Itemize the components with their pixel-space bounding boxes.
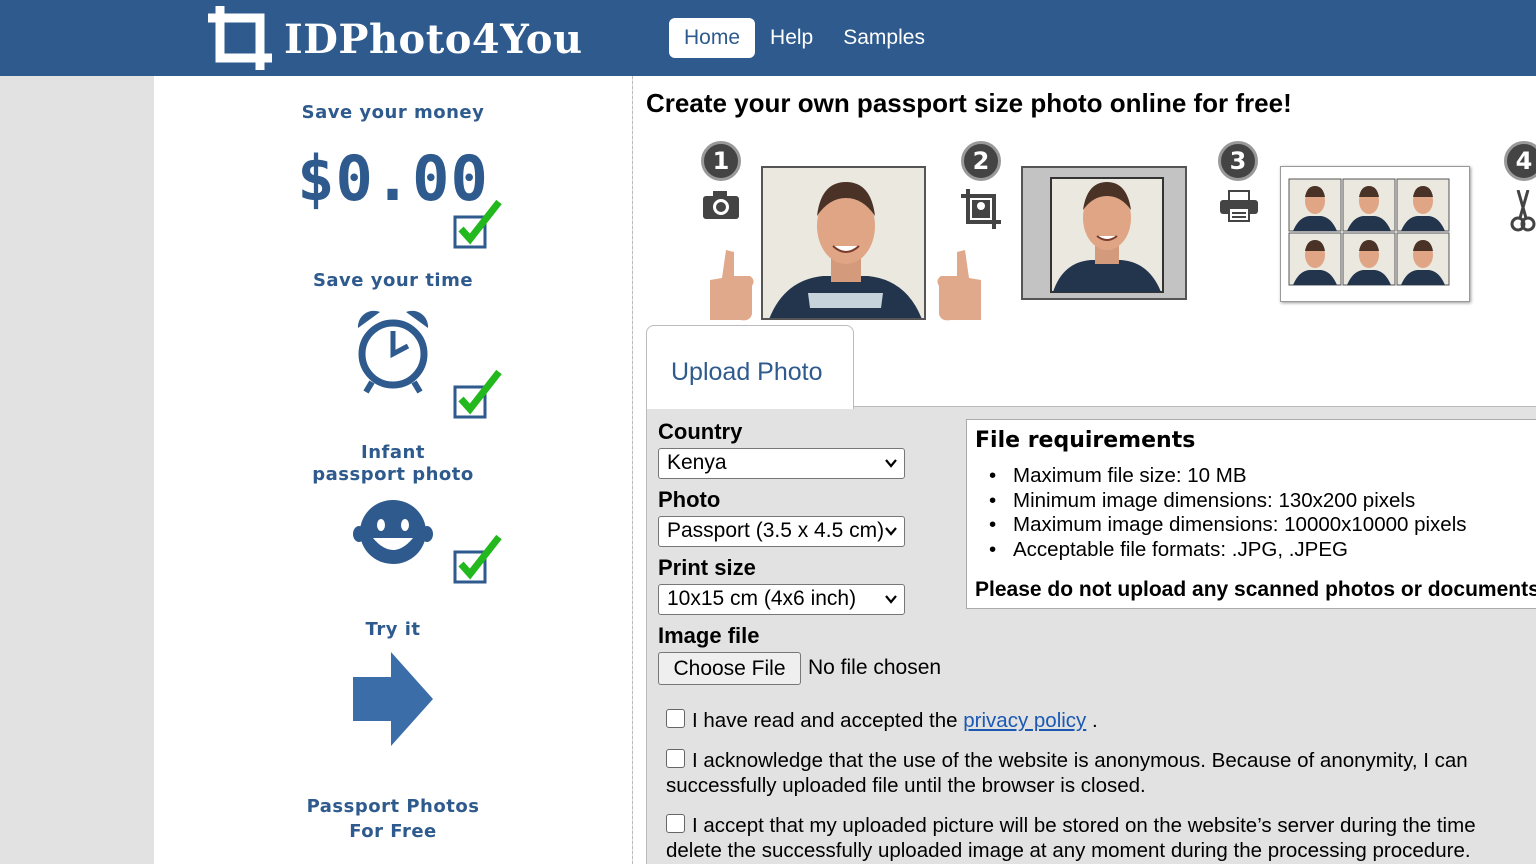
thumbs-up-icon xyxy=(706,250,756,327)
step-1-badge: 1 xyxy=(701,141,741,181)
nav-help[interactable]: Help xyxy=(755,18,828,58)
print-size-select-value: 10x15 cm (4x6 inch) xyxy=(667,587,857,610)
privacy-policy-checkbox[interactable] xyxy=(666,709,685,728)
camera-icon xyxy=(702,190,740,225)
nav-home[interactable]: Home xyxy=(669,18,756,58)
file-requirements-title: File requirements xyxy=(975,428,1196,453)
choose-file-button[interactable]: Choose File xyxy=(658,652,801,685)
photo-label: Photo xyxy=(658,487,721,512)
image-file-label: Image file xyxy=(658,623,760,648)
checkmark-icon xyxy=(452,368,504,420)
storage-consent-line1: I accept that my uploaded picture will b… xyxy=(692,814,1476,837)
sidebar: Save your money $0.00 Save your time Inf… xyxy=(154,76,632,864)
save-time-heading: Save your time xyxy=(312,270,474,291)
privacy-consent-post: . xyxy=(1086,709,1098,732)
anonymous-ack-line2: successfully uploaded file until the bro… xyxy=(666,774,1146,797)
photo-type-select-value: Passport (3.5 x 4.5 cm) xyxy=(667,519,885,542)
checkmark-icon xyxy=(452,533,504,585)
privacy-consent-text: I have read and accepted the privacy pol… xyxy=(692,709,1098,733)
crop-logo-icon xyxy=(206,4,276,74)
requirement-text: Acceptable file formats: .JPG, .JPEG xyxy=(1013,538,1348,561)
step-2-badge: 2 xyxy=(961,141,1001,181)
mini-portrait xyxy=(1396,232,1450,286)
nav-samples[interactable]: Samples xyxy=(828,18,940,58)
country-select[interactable]: Kenya xyxy=(658,448,905,479)
anonymous-ack-line1: I acknowledge that the use of the websit… xyxy=(692,749,1468,772)
checkmark-icon xyxy=(452,198,504,250)
save-money-heading: Save your money xyxy=(301,102,485,123)
storage-consent-checkbox[interactable] xyxy=(666,814,685,833)
chevron-down-icon xyxy=(885,459,897,468)
mini-portrait xyxy=(1288,178,1342,232)
sample-photo-1 xyxy=(761,166,926,320)
footer-heading-1: Passport Photos xyxy=(306,796,480,817)
sample-print-sheet xyxy=(1280,166,1470,302)
chevron-down-icon xyxy=(884,524,898,538)
mini-portrait xyxy=(1396,178,1450,232)
tab-upload-photo-label: Upload Photo xyxy=(671,358,823,386)
requirement-text: Maximum file size: 10 MB xyxy=(1013,464,1247,487)
scissors-icon xyxy=(1510,189,1536,237)
thumbs-up-icon xyxy=(935,250,985,327)
file-requirements-box: File requirements Maximum file size: 10 … xyxy=(966,419,1536,609)
footer-heading-2: For Free xyxy=(349,821,437,842)
price-label: $0.00 xyxy=(297,142,489,215)
photo-type-select[interactable]: Passport (3.5 x 4.5 cm) xyxy=(658,516,905,547)
file-status-text: No file chosen xyxy=(808,656,942,679)
alarm-clock-icon xyxy=(354,308,432,399)
print-size-label: Print size xyxy=(658,555,756,580)
scan-warning: Please do not upload any scanned photos … xyxy=(975,578,1536,601)
privacy-consent-pre: I have read and accepted the xyxy=(692,709,964,732)
print-size-select[interactable]: 10x15 cm (4x6 inch) xyxy=(658,584,905,615)
crop-icon xyxy=(960,188,1002,235)
tab-upload-photo[interactable]: Upload Photo xyxy=(646,325,854,409)
chevron-down-icon xyxy=(885,595,897,604)
privacy-policy-link[interactable]: privacy policy xyxy=(963,709,1086,732)
brand-logo[interactable]: IDPhoto4You xyxy=(206,4,583,74)
mini-portrait xyxy=(1342,178,1396,232)
page-title: Create your own passport size photo onli… xyxy=(646,88,1292,118)
arrow-right-icon[interactable] xyxy=(353,652,433,751)
requirement-text: Minimum image dimensions: 130x200 pixels xyxy=(1013,489,1416,512)
requirement-text: Maximum image dimensions: 10000x10000 pi… xyxy=(1013,513,1467,536)
baby-face-icon xyxy=(353,498,433,571)
step-4-badge: 4 xyxy=(1504,141,1536,181)
brand-name: IDPhoto4You xyxy=(284,15,583,63)
infant-heading-1: Infant xyxy=(361,442,425,463)
mini-portrait xyxy=(1342,232,1396,286)
country-select-value: Kenya xyxy=(667,451,727,474)
main-nav: Home Help Samples xyxy=(669,18,940,58)
try-it-heading[interactable]: Try it xyxy=(154,618,632,641)
country-label: Country xyxy=(658,419,743,444)
printer-icon xyxy=(1219,190,1259,227)
sample-photo-2 xyxy=(1021,166,1187,300)
storage-consent-line2: delete the successfully uploaded image a… xyxy=(666,839,1471,862)
mini-portrait xyxy=(1288,232,1342,286)
infant-heading-2: passport photo xyxy=(312,464,474,485)
step-3-badge: 3 xyxy=(1218,141,1258,181)
anonymous-ack-checkbox[interactable] xyxy=(666,749,685,768)
